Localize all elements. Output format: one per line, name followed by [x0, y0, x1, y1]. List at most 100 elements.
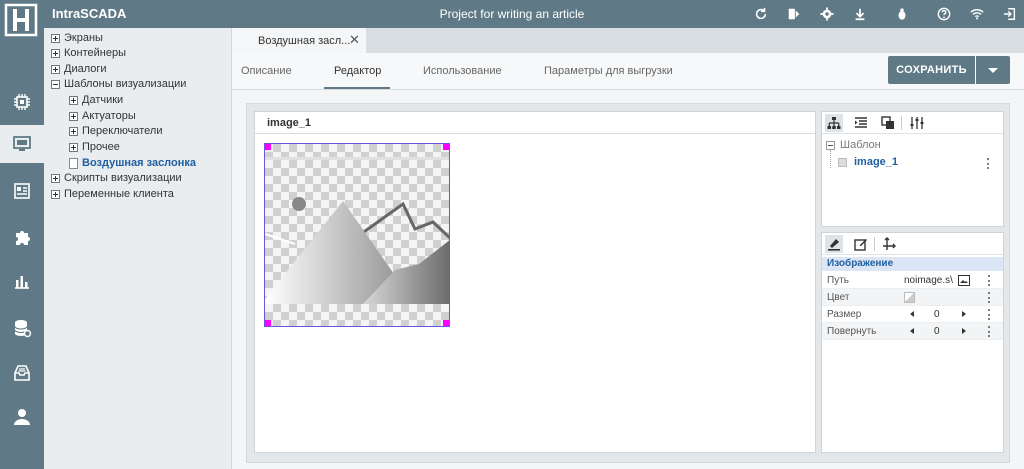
expand-icon[interactable] — [69, 126, 78, 136]
resize-handle[interactable] — [443, 320, 449, 326]
canvas-area[interactable]: image_1 — [254, 111, 816, 453]
cpu-icon — [14, 94, 30, 110]
nav-cpu[interactable] — [0, 83, 44, 121]
nav-documents[interactable] — [0, 172, 44, 210]
prop-row-size: Размер 0 — [822, 306, 1003, 323]
list-indent-icon[interactable] — [852, 114, 870, 132]
tree-item-sensors[interactable]: Датчики — [69, 92, 123, 108]
prop-menu-icon[interactable] — [988, 326, 991, 337]
structure-panel: Шаблон image_1 — [821, 111, 1004, 227]
tree-item-actuators[interactable]: Актуаторы — [69, 108, 136, 124]
bar-chart-icon — [15, 276, 29, 289]
gear-icon[interactable] — [819, 6, 835, 22]
puzzle-icon — [16, 231, 30, 245]
tree-item-dialogs[interactable]: Диалоги — [51, 61, 107, 77]
prop-row-path: Путь noimage.s\ — [822, 272, 1003, 289]
section-header-image: Изображение — [822, 257, 1003, 271]
toolbar-divider — [874, 237, 875, 251]
active-tab-indicator — [324, 87, 390, 89]
expand-icon[interactable] — [51, 33, 60, 43]
collapse-icon[interactable] — [826, 140, 835, 150]
help-icon[interactable] — [936, 6, 952, 22]
image-picker-icon[interactable] — [958, 275, 970, 286]
subtab-editor[interactable]: Редактор — [334, 65, 381, 77]
layers-icon[interactable] — [879, 114, 897, 132]
move-icon[interactable] — [880, 235, 898, 253]
tree-item-screens[interactable]: Экраны — [51, 30, 103, 46]
tree-item-switches[interactable]: Переключатели — [69, 123, 162, 139]
tree-item-client-vars[interactable]: Переменные клиента — [51, 186, 174, 202]
prop-menu-icon[interactable] — [988, 275, 991, 286]
tree-guide-line — [830, 150, 831, 168]
nav-database[interactable] — [0, 309, 44, 347]
image-node-icon — [838, 157, 847, 167]
user-icon — [14, 409, 30, 425]
wifi-icon[interactable] — [969, 6, 985, 22]
expand-icon[interactable] — [51, 64, 60, 74]
tree-item-air-damper[interactable]: Воздушная заслонка — [69, 155, 196, 171]
nav-screens[interactable] — [0, 125, 44, 163]
nav-user[interactable] — [0, 398, 44, 436]
expand-icon[interactable] — [69, 142, 78, 152]
prop-menu-icon[interactable] — [988, 292, 991, 303]
database-icon — [14, 320, 32, 338]
subtab-description[interactable]: Описание — [241, 65, 292, 77]
nav-archive[interactable] — [0, 354, 44, 392]
expand-icon[interactable] — [69, 95, 78, 105]
sliders-icon[interactable] — [908, 114, 926, 132]
expand-icon[interactable] — [69, 111, 78, 121]
tree-node-template[interactable]: Шаблон — [826, 139, 881, 151]
increment-icon[interactable] — [962, 311, 966, 317]
expand-icon[interactable] — [51, 189, 60, 199]
bug-icon[interactable] — [894, 6, 910, 22]
tree-node-image-1[interactable]: image_1 — [838, 156, 898, 168]
archive-icon — [14, 365, 30, 381]
download-icon[interactable] — [852, 6, 868, 22]
nav-charts[interactable] — [0, 262, 44, 300]
news-icon — [14, 183, 30, 199]
size-value[interactable]: 0 — [934, 309, 940, 320]
path-value[interactable]: noimage.s\ — [904, 275, 953, 286]
intrascada-logo[interactable] — [4, 3, 40, 39]
color-swatch[interactable] — [904, 292, 915, 303]
logout-icon[interactable] — [1002, 6, 1018, 22]
image-placeholder-icon — [265, 157, 449, 304]
save-dropdown-button[interactable] — [976, 56, 1010, 84]
edit-icon[interactable] — [852, 235, 870, 253]
node-menu-icon[interactable] — [987, 158, 990, 169]
collapse-icon[interactable] — [51, 79, 60, 89]
left-navigation — [0, 28, 44, 469]
prop-row-rotate: Повернуть 0 — [822, 323, 1003, 340]
top-toolbar — [736, 0, 1018, 28]
canvas-title: image_1 — [255, 112, 815, 134]
tree-item-containers[interactable]: Контейнеры — [51, 45, 126, 61]
tab-air-damper[interactable]: Воздушная засл... ✕ — [232, 28, 366, 53]
tree-item-other[interactable]: Прочее — [69, 139, 120, 155]
resize-handle[interactable] — [443, 144, 449, 150]
prop-menu-icon[interactable] — [988, 309, 991, 320]
image-element[interactable] — [264, 143, 450, 327]
tree-item-scripts[interactable]: Скрипты визуализации — [51, 170, 182, 186]
brush-icon[interactable] — [825, 235, 843, 253]
subtab-usage[interactable]: Использование — [423, 65, 502, 77]
refresh-icon[interactable] — [753, 6, 769, 22]
expand-icon[interactable] — [51, 173, 60, 183]
save-button[interactable]: СОХРАНИТЬ — [888, 56, 975, 84]
toggle-panel-icon[interactable] — [786, 6, 802, 22]
hierarchy-icon[interactable] — [825, 114, 843, 132]
nav-plugins[interactable] — [0, 218, 44, 256]
decrement-icon[interactable] — [910, 311, 914, 317]
rotate-value[interactable]: 0 — [934, 326, 940, 337]
decrement-icon[interactable] — [910, 328, 914, 334]
subtab-export-params[interactable]: Параметры для выгрузки — [544, 65, 673, 77]
increment-icon[interactable] — [962, 328, 966, 334]
top-bar: IntraSCADA Project for writing an articl… — [0, 0, 1024, 37]
resize-handle[interactable] — [265, 320, 271, 326]
tab-strip: Воздушная засл... ✕ — [232, 28, 1024, 53]
prop-row-color: Цвет — [822, 289, 1003, 306]
toolbar-divider — [901, 116, 902, 130]
close-icon[interactable]: ✕ — [349, 33, 360, 46]
resize-handle[interactable] — [265, 144, 271, 150]
expand-icon[interactable] — [51, 48, 60, 58]
tree-item-templates[interactable]: Шаблоны визуализации — [51, 76, 186, 92]
